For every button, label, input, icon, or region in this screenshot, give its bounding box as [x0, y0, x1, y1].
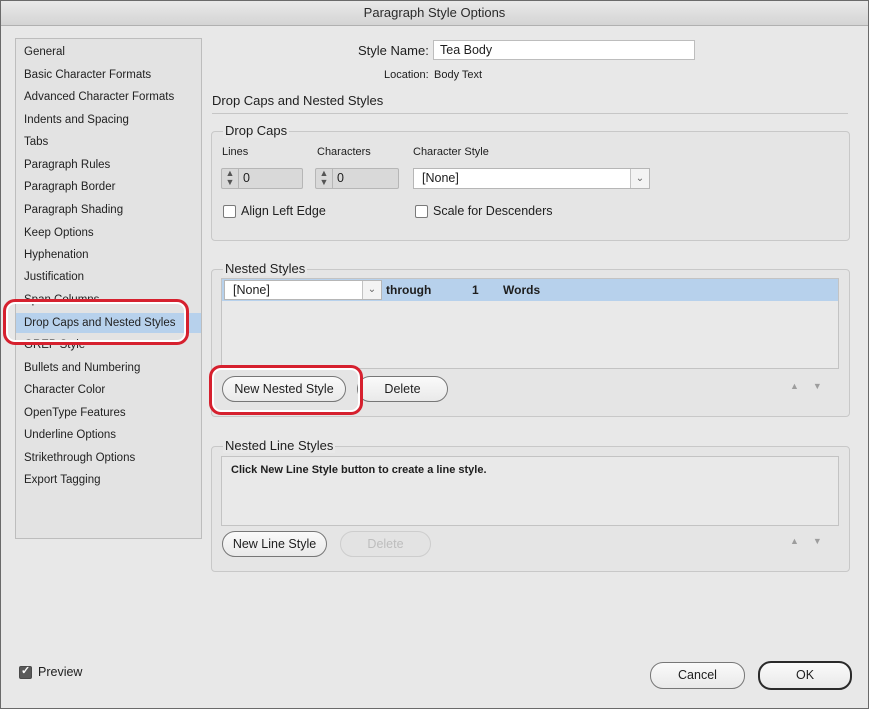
nested-style-select[interactable]: [None] ⌄: [224, 280, 382, 300]
align-left-edge-checkbox[interactable]: [223, 205, 236, 218]
sidebar-item-strikethrough-options[interactable]: Strikethrough Options: [16, 448, 201, 468]
character-style-label: Character Style: [413, 146, 489, 158]
sidebar-item-indents-and-spacing[interactable]: Indents and Spacing: [16, 110, 201, 130]
sidebar-item-general[interactable]: General: [16, 42, 201, 62]
sidebar-item-grep-style[interactable]: GREP Style: [16, 335, 201, 355]
sidebar-item-underline-options[interactable]: Underline Options: [16, 425, 201, 445]
ok-button[interactable]: OK: [758, 661, 852, 690]
character-style-select[interactable]: [None] ⌄: [413, 168, 650, 189]
sidebar-item-drop-caps-and-nested-styles[interactable]: Drop Caps and Nested Styles: [16, 313, 201, 333]
lines-stepper[interactable]: ▲ ▼ 0: [221, 168, 303, 189]
scale-for-descenders-label: Scale for Descenders: [433, 204, 553, 218]
style-name-input[interactable]: Tea Body: [433, 40, 695, 60]
drop-caps-title: Drop Caps: [223, 123, 290, 138]
characters-value: 0: [337, 171, 344, 185]
delete-nested-style-button[interactable]: Delete: [357, 376, 448, 402]
nested-line-styles-title: Nested Line Styles: [223, 438, 336, 453]
nested-line-styles-list[interactable]: Click New Line Style button to create a …: [221, 456, 839, 526]
section-title: Drop Caps and Nested Styles: [212, 93, 384, 108]
cancel-button[interactable]: Cancel: [650, 662, 745, 689]
scale-for-descenders-checkbox[interactable]: [415, 205, 428, 218]
characters-label: Characters: [317, 146, 371, 158]
chevron-down-icon[interactable]: ⌄: [362, 281, 381, 299]
stepper-arrows-icon[interactable]: ▲ ▼: [316, 169, 333, 188]
nested-style-value: [None]: [233, 283, 270, 297]
nested-line-styles-message: Click New Line Style button to create a …: [231, 464, 487, 476]
nested-style-count[interactable]: 1: [472, 283, 479, 297]
new-nested-style-button[interactable]: New Nested Style: [222, 376, 346, 402]
sidebar-item-paragraph-rules[interactable]: Paragraph Rules: [16, 155, 201, 175]
section-divider: [212, 113, 848, 114]
nested-styles-list[interactable]: [None] ⌄ through 1 Words: [221, 278, 839, 369]
lines-value: 0: [243, 171, 250, 185]
nested-style-row[interactable]: [None] ⌄ through 1 Words: [222, 279, 838, 301]
nested-style-move-up-down-icon[interactable]: ▲▼: [790, 381, 836, 391]
characters-stepper[interactable]: ▲ ▼ 0: [315, 168, 399, 189]
preview-label: Preview: [38, 665, 83, 679]
sidebar-item-keep-options[interactable]: Keep Options: [16, 223, 201, 243]
sidebar-item-paragraph-shading[interactable]: Paragraph Shading: [16, 200, 201, 220]
sidebar-item-span-columns[interactable]: Span Columns: [16, 290, 201, 310]
sidebar-item-advanced-character-formats[interactable]: Advanced Character Formats: [16, 87, 201, 107]
stepper-arrows-icon[interactable]: ▲ ▼: [222, 169, 239, 188]
nested-style-mode[interactable]: through: [386, 283, 431, 297]
sidebar-item-hyphenation[interactable]: Hyphenation: [16, 245, 201, 265]
sidebar-item-character-color[interactable]: Character Color: [16, 380, 201, 400]
align-left-edge-label: Align Left Edge: [241, 204, 326, 218]
sidebar-item-justification[interactable]: Justification: [16, 267, 201, 287]
line-style-move-up-down-icon[interactable]: ▲▼: [790, 536, 836, 546]
sidebar-item-export-tagging[interactable]: Export Tagging: [16, 470, 201, 490]
sidebar-item-basic-character-formats[interactable]: Basic Character Formats: [16, 65, 201, 85]
lines-label: Lines: [222, 146, 249, 158]
category-list[interactable]: General Basic Character Formats Advanced…: [15, 38, 202, 539]
location-label: Location:: [384, 69, 429, 81]
location-value: Body Text: [434, 69, 483, 81]
chevron-down-icon[interactable]: ⌄: [630, 169, 649, 188]
sidebar-item-tabs[interactable]: Tabs: [16, 132, 201, 152]
paragraph-style-options-dialog: Paragraph Style Options General Basic Ch…: [0, 0, 869, 709]
sidebar-item-paragraph-border[interactable]: Paragraph Border: [16, 177, 201, 197]
sidebar-item-bullets-and-numbering[interactable]: Bullets and Numbering: [16, 358, 201, 378]
sidebar-item-opentype-features[interactable]: OpenType Features: [16, 403, 201, 423]
nested-style-unit[interactable]: Words: [503, 283, 540, 297]
window-title: Paragraph Style Options: [1, 1, 868, 26]
new-line-style-button[interactable]: New Line Style: [222, 531, 327, 557]
delete-line-style-button: Delete: [340, 531, 431, 557]
preview-checkbox[interactable]: [19, 664, 32, 679]
style-name-label: Style Name:: [358, 43, 429, 58]
nested-styles-title: Nested Styles: [223, 261, 308, 276]
character-style-value: [None]: [422, 171, 459, 185]
